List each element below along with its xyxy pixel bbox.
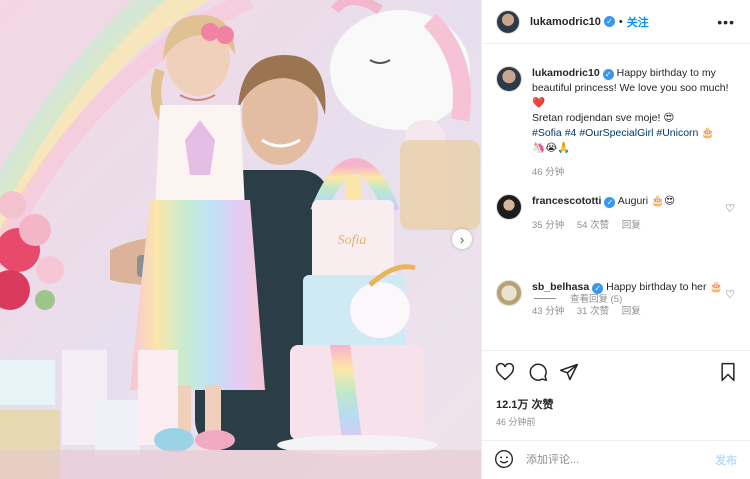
comment-icon (529, 363, 548, 382)
caption-time: 46 分钟 (532, 167, 565, 178)
commenter-username[interactable]: francescototti (532, 195, 601, 207)
caption-body: lukamodric10 ✓ Happy birthday to my beaut… (532, 66, 737, 180)
comment-likes[interactable]: 31 次赞 (577, 306, 609, 317)
follow-button[interactable]: 关注 (627, 14, 649, 30)
comment-time: 43 分钟 (532, 306, 565, 317)
action-bar (482, 350, 750, 390)
cake-emoji: 🎂 (701, 127, 715, 139)
like-button[interactable] (494, 361, 516, 383)
post-sidebar: lukamodric10 ✓ • 关注 ••• lukamodric10 ✓ Ha… (481, 0, 750, 479)
emoji-icon (495, 449, 513, 468)
comment-item: francescototti ✓ Auguri 🎂😍 35 分钟 54 次赞 回复… (496, 194, 741, 233)
commenter-avatar[interactable] (496, 280, 522, 306)
comment-input[interactable] (526, 454, 686, 466)
verified-badge-icon: ✓ (604, 197, 616, 208)
caption-username[interactable]: lukamodric10 (532, 67, 600, 79)
more-options-icon[interactable]: ••• (717, 14, 735, 30)
caption-text-2: Sretan rodjendan sve moje! (532, 112, 664, 124)
commenter-avatar[interactable] (496, 194, 522, 220)
verified-badge-icon: ✓ (602, 69, 614, 80)
comment-emojis: 🎂😍 (651, 195, 676, 207)
comment-text: Happy birthday to her (606, 281, 710, 293)
save-button[interactable] (717, 361, 739, 383)
next-photo-button[interactable]: › (452, 229, 472, 249)
verified-badge-icon: ✓ (603, 16, 615, 27)
post-photo[interactable]: Sofia › (0, 0, 481, 479)
hashtag-ourspecialgirl[interactable]: #OurSpecialGirl (579, 127, 653, 139)
comment-composer: 发布 (482, 440, 750, 479)
caption: lukamodric10 ✓ Happy birthday to my beaut… (496, 66, 741, 180)
comment-likes[interactable]: 54 次赞 (577, 220, 609, 231)
comment-item: sb_belhasa ✓ Happy birthday to her 🎂 43 分… (496, 280, 741, 319)
comment-meta: 43 分钟 31 次赞 回复 (532, 304, 737, 319)
comment-meta: 35 分钟 54 次赞 回复 (532, 218, 737, 233)
posted-time: 46 分钟前 (496, 417, 536, 427)
comments-section: lukamodric10 ✓ Happy birthday to my beaut… (482, 44, 750, 350)
commenter-username[interactable]: sb_belhasa (532, 281, 589, 293)
comment-body: sb_belhasa ✓ Happy birthday to her 🎂 43 分… (532, 280, 737, 319)
hashtag-unicorn[interactable]: #Unicorn (656, 127, 698, 139)
hashtag-sofia[interactable]: #Sofia (532, 127, 562, 139)
heart-eyes-emoji: 😍 (663, 112, 675, 124)
caption-meta: 46 分钟 (532, 165, 737, 180)
comment-like-heart-icon[interactable]: ♡ (725, 288, 735, 301)
post-comment-button[interactable]: 发布 (715, 452, 737, 468)
share-button[interactable] (558, 361, 580, 383)
reply-button[interactable]: 回复 (622, 220, 641, 231)
caption-emojis: 🦄😭🙏 (532, 142, 571, 154)
comment-time: 35 分钟 (532, 220, 565, 231)
likes-count[interactable]: 12.1万 次赞 (496, 396, 553, 412)
birthday-photo-illustration: Sofia (0, 0, 481, 479)
comment-like-heart-icon[interactable]: ♡ (725, 202, 735, 215)
heart-icon (495, 362, 515, 381)
verified-badge-icon: ✓ (592, 283, 604, 294)
author-username[interactable]: lukamodric10 (530, 16, 601, 28)
comment-text: Auguri (617, 195, 652, 207)
caption-avatar[interactable] (496, 66, 522, 92)
reply-button[interactable]: 回复 (622, 306, 641, 317)
comment-body: francescototti ✓ Auguri 🎂😍 35 分钟 54 次赞 回复 (532, 194, 737, 233)
red-heart-emoji: ❤️ (532, 97, 546, 109)
post-header: lukamodric10 ✓ • 关注 ••• (482, 0, 750, 44)
separator-dot: • (618, 15, 623, 28)
share-icon (559, 363, 579, 381)
comment-button[interactable] (527, 361, 549, 383)
author-avatar[interactable] (496, 9, 520, 34)
comment-emojis: 🎂 (709, 281, 723, 293)
cake-name-topper: Sofia (338, 233, 367, 248)
hashtag-4[interactable]: #4 (565, 127, 577, 139)
chevron-right-icon: › (459, 231, 465, 247)
emoji-picker-button[interactable] (494, 449, 514, 472)
instagram-post: Sofia › lukamodric10 ✓ • 关注 ••• lukamodr… (0, 0, 750, 479)
bookmark-icon (721, 362, 735, 382)
